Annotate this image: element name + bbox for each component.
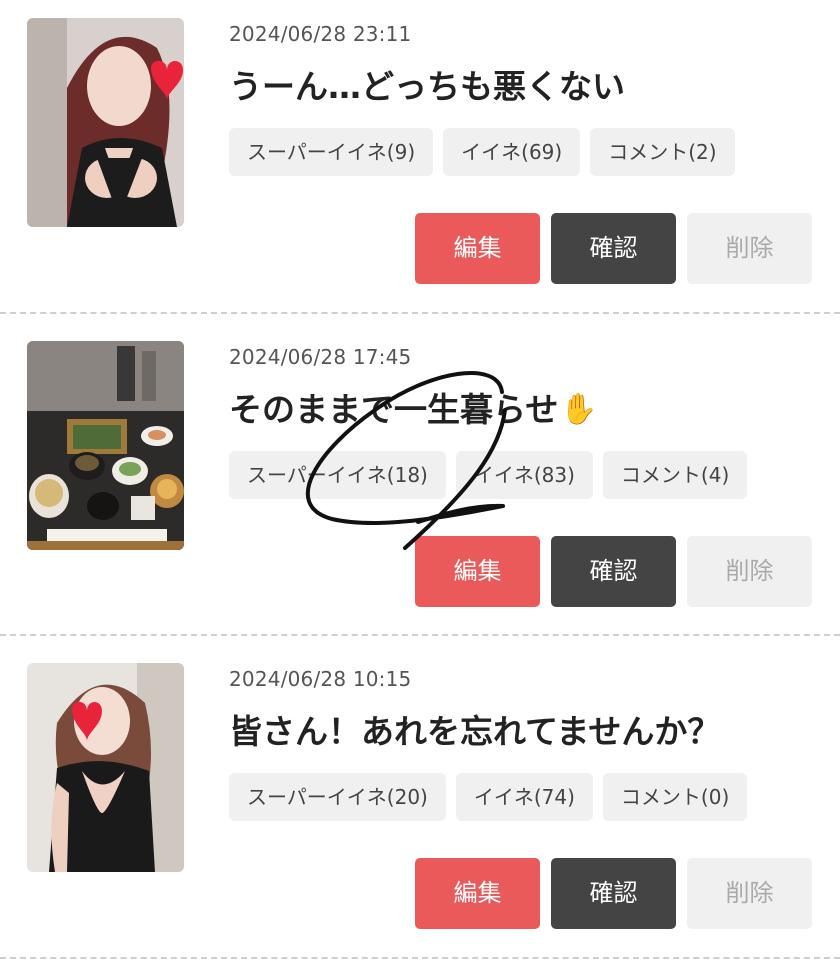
super-like-chip[interactable]: スーパーイイネ(20) <box>229 773 446 821</box>
edit-button[interactable]: 編集 <box>415 858 540 929</box>
comment-chip[interactable]: コメント(0) <box>602 773 748 821</box>
post-divider <box>0 634 840 636</box>
post-thumbnail[interactable] <box>27 341 184 550</box>
raised-hand-icon: ✋ <box>560 392 598 427</box>
edit-button[interactable]: 編集 <box>415 213 540 284</box>
like-chip[interactable]: イイネ(83) <box>455 451 593 499</box>
post-actions: 編集 確認 削除 <box>415 858 812 929</box>
delete-button[interactable]: 削除 <box>687 536 812 607</box>
post-thumbnail[interactable] <box>27 18 184 227</box>
post-timestamp: 2024/06/28 17:45 <box>229 345 412 369</box>
super-like-chip[interactable]: スーパーイイネ(18) <box>229 451 446 499</box>
post-title-text: 皆さん！あれを忘れてませんか？ <box>229 712 721 751</box>
delete-button[interactable]: 削除 <box>687 213 812 284</box>
post-title-text: そのままで一生暮らせ <box>229 390 559 429</box>
post-timestamp: 2024/06/28 10:15 <box>229 667 412 691</box>
comment-chip[interactable]: コメント(2) <box>590 128 735 176</box>
reaction-chips: スーパーイイネ(18) イイネ(83) コメント(4) <box>229 451 748 499</box>
post-actions: 編集 確認 削除 <box>415 213 812 284</box>
post-title-text: うーん…どっちも悪くない <box>229 67 625 106</box>
like-chip[interactable]: イイネ(74) <box>455 773 593 821</box>
delete-button[interactable]: 削除 <box>687 858 812 929</box>
comment-chip[interactable]: コメント(4) <box>602 451 748 499</box>
post-item: 2024/06/28 23:11 うーん…どっちも悪くない スーパーイイネ(9)… <box>0 0 840 322</box>
confirm-button[interactable]: 確認 <box>551 858 676 929</box>
confirm-button[interactable]: 確認 <box>551 213 676 284</box>
post-divider <box>0 957 840 959</box>
post-divider <box>0 312 840 314</box>
reaction-chips: スーパーイイネ(9) イイネ(69) コメント(2) <box>229 128 735 176</box>
post-timestamp: 2024/06/28 23:11 <box>229 22 412 46</box>
like-chip[interactable]: イイネ(69) <box>443 128 581 176</box>
post-thumbnail[interactable] <box>27 663 184 872</box>
thumbnail-photo-japanese-meal <box>27 341 184 550</box>
edit-button[interactable]: 編集 <box>415 536 540 607</box>
post-actions: 編集 確認 削除 <box>415 536 812 607</box>
post-title[interactable]: 皆さん！あれを忘れてませんか？ <box>229 705 720 753</box>
confirm-button[interactable]: 確認 <box>551 536 676 607</box>
thumbnail-photo-woman-black-dress <box>27 18 184 227</box>
reaction-chips: スーパーイイネ(20) イイネ(74) コメント(0) <box>229 773 748 821</box>
post-title[interactable]: うーん…どっちも悪くない <box>229 60 625 108</box>
post-title[interactable]: そのままで一生暮らせ✋ <box>229 383 598 431</box>
post-item: 2024/06/28 10:15 皆さん！あれを忘れてませんか？ スーパーイイネ… <box>0 645 840 967</box>
post-item: 2024/06/28 17:45 そのままで一生暮らせ✋ スーパーイイネ(18)… <box>0 323 840 645</box>
thumbnail-photo-woman-black-top <box>27 663 184 872</box>
super-like-chip[interactable]: スーパーイイネ(9) <box>229 128 434 176</box>
